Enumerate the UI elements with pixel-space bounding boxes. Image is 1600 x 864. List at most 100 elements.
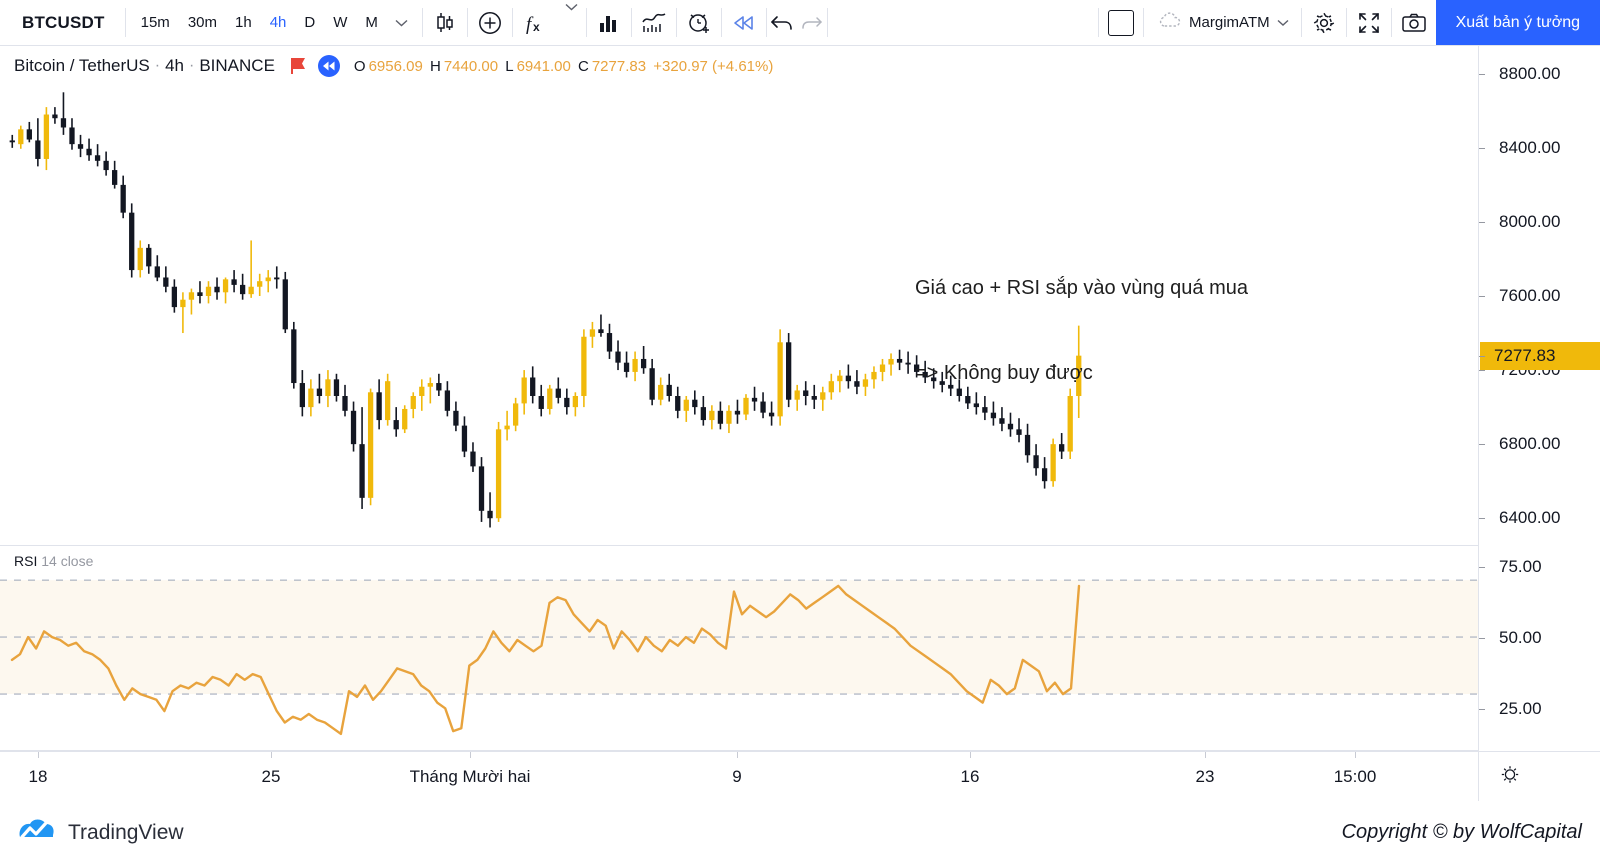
rsi-axis-label: 25.00 [1499, 699, 1542, 719]
price-axis-label: 8000.00 [1499, 211, 1561, 231]
replay-rewind-icon[interactable] [722, 0, 766, 45]
price-axis-tick [1479, 518, 1485, 520]
time-axis[interactable]: 18 25 Tháng Mười hai 9 16 23 15:00 [0, 751, 1600, 802]
ohlc-open-value: 6956.09 [368, 57, 423, 75]
price-axis-tick [1479, 370, 1485, 372]
legend-symbol-title[interactable]: Bitcoin / TetherUS [14, 56, 150, 76]
annotation-line-2: => Không buy được [915, 361, 1093, 384]
compare-icon[interactable] [632, 0, 676, 45]
price-pane[interactable]: Bitcoin / TetherUS · 4h · BINANCE O 6956… [0, 46, 1478, 546]
symbol-button[interactable]: BTCUSDT [0, 0, 125, 45]
time-axis-label: 16 [960, 766, 980, 786]
price-axis-label: 8800.00 [1499, 63, 1561, 83]
price-axis-label: 8400.00 [1499, 137, 1561, 157]
timeframe-m[interactable]: M [356, 9, 387, 36]
rsi-pane[interactable]: RSI 14 close [0, 546, 1478, 751]
time-axis-label: 23 [1195, 766, 1215, 786]
rsi-axis-tick [1479, 709, 1485, 711]
chevron-down-icon [1277, 14, 1289, 31]
footer: TradingView Copyright © by WolfCapital [0, 801, 1600, 864]
timeframe-1h[interactable]: 1h [226, 9, 261, 36]
timeframe-d[interactable]: D [295, 9, 324, 36]
time-axis-tick [737, 752, 738, 758]
price-axis-label: 6800.00 [1499, 434, 1561, 454]
publish-idea-button[interactable]: Xuất bản ý tưởng [1435, 0, 1600, 45]
price-axis-tick [1479, 444, 1485, 446]
time-axis-divider [1478, 752, 1479, 802]
rsi-params-label: 14 close [41, 553, 94, 569]
ohlc-high-label: H [430, 57, 441, 75]
candlestick-chart-type-icon[interactable] [423, 0, 467, 45]
user-menu-button[interactable]: MargimATM [1144, 0, 1301, 45]
price-axis[interactable]: 8800.008400.008000.007600.007200.006800.… [1478, 46, 1600, 751]
rsi-axis-label: 50.00 [1499, 628, 1542, 648]
cloud-avatar-icon [1158, 11, 1182, 34]
price-axis-tick [1479, 296, 1485, 297]
timeframe-30m[interactable]: 30m [179, 9, 226, 36]
legend-separator: · [189, 57, 195, 74]
current-price-badge[interactable]: 7277.83 [1480, 341, 1600, 370]
toolbar-divider [826, 8, 828, 37]
rsi-name-label: RSI [14, 553, 38, 569]
candlestick-series [9, 92, 1082, 528]
rsi-axis-tick [1479, 638, 1485, 640]
time-axis-label: 15:00 [1333, 766, 1377, 786]
camera-icon[interactable] [1392, 0, 1436, 45]
chart-area: Bitcoin / TetherUS · 4h · BINANCE O 6956… [0, 46, 1600, 802]
undo-icon[interactable] [767, 0, 797, 45]
ohlc-open-label: O [353, 57, 366, 75]
chevron-down-icon[interactable] [387, 16, 416, 30]
price-axis-label: 7600.00 [1499, 286, 1561, 305]
rsi-axis-tick [1479, 566, 1485, 568]
price-axis-label: 6400.00 [1499, 508, 1561, 528]
time-axis-label: 9 [732, 766, 742, 786]
time-axis-tick [38, 752, 39, 758]
user-name-label: MargimATM [1189, 14, 1270, 31]
timeframe-15m[interactable]: 15m [132, 9, 179, 36]
rsi-axis-label: 75.00 [1499, 556, 1542, 576]
timeframe-group: 15m 30m 1h 4h D W M [126, 0, 422, 45]
gear-icon[interactable] [1302, 0, 1346, 45]
ohlc-high-value: 7440.00 [443, 57, 499, 75]
financials-chevron-down-icon[interactable] [557, 0, 586, 45]
tradingview-brand[interactable]: TradingView [0, 815, 184, 850]
annotation-line-1: Giá cao + RSI sắp vào vùng quá mua [915, 276, 1248, 299]
tradingview-chart-app: BTCUSDT 15m 30m 1h 4h D W M f x MargimAT… [0, 0, 1600, 864]
gear-icon[interactable] [1500, 764, 1520, 789]
ohlc-low-value: 6941.00 [516, 57, 571, 75]
time-axis-label: Tháng Mười hai [409, 766, 531, 786]
replay-rewind-circle-icon[interactable] [317, 55, 340, 77]
tradingview-brand-label: TradingView [68, 820, 184, 844]
time-axis-label: 25 [261, 766, 281, 786]
symbol-label: BTCUSDT [22, 12, 105, 32]
rsi-legend[interactable]: RSI 14 close [14, 553, 93, 569]
time-axis-tick [1205, 752, 1206, 758]
single-layout-icon[interactable] [1099, 0, 1143, 45]
alert-clock-icon[interactable] [677, 0, 721, 45]
ohlc-low-label: L [505, 57, 514, 75]
ohlc-change-value: +320.97 (+4.61%) [653, 57, 774, 75]
ohlc-readout: O 6956.09 H 7440.00 L 6941.00 C 7277.83 +320… [354, 58, 776, 75]
top-toolbar: BTCUSDT 15m 30m 1h 4h D W M f x MargimAT… [0, 0, 1600, 46]
fullscreen-icon[interactable] [1347, 0, 1391, 45]
ohlc-close-label: C [578, 57, 589, 75]
chart-annotation-text[interactable]: Giá cao + RSI sắp vào vùng quá mua => Kh… [915, 217, 1248, 444]
publish-idea-label: Xuất bản ý tưởng [1455, 13, 1580, 31]
copyright-label: Copyright © by WolfCapital [1341, 821, 1582, 843]
time-axis-tick [271, 752, 272, 758]
price-axis-tick [1479, 221, 1485, 223]
timeframe-w[interactable]: W [324, 9, 356, 36]
price-axis-tick [1479, 147, 1485, 149]
chart-legend: Bitcoin / TetherUS · 4h · BINANCE O 6956… [14, 55, 776, 77]
red-flag-icon[interactable] [289, 56, 308, 76]
tradingview-logo-icon [16, 815, 56, 850]
financials-fx-icon[interactable]: f x [513, 0, 557, 45]
bar-chart-icon[interactable] [587, 0, 631, 45]
current-price-tick [1479, 355, 1485, 357]
redo-icon[interactable] [797, 0, 827, 45]
indicators-add-icon[interactable] [468, 0, 512, 45]
svg-text:x: x [533, 20, 540, 34]
legend-interval: 4h [165, 56, 185, 75]
timeframe-4h[interactable]: 4h [261, 9, 296, 36]
rsi-series [0, 579, 1478, 736]
